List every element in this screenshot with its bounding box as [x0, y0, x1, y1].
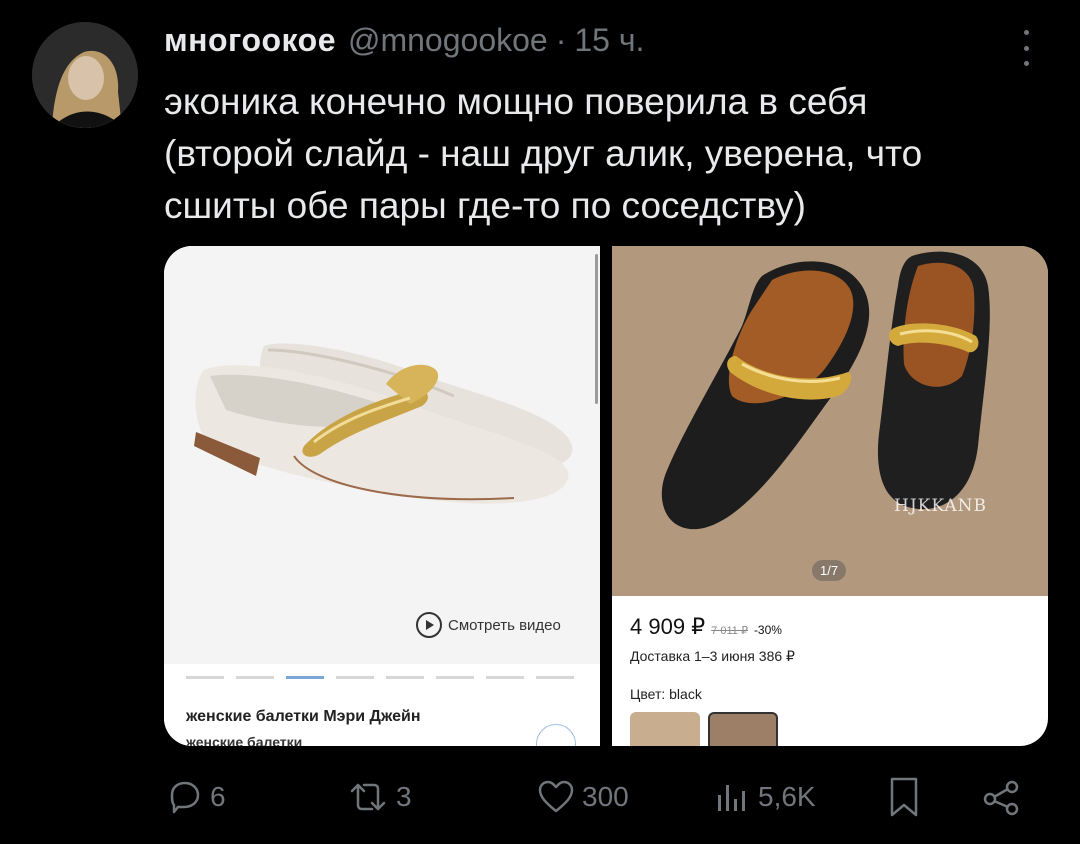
product-photo-black-shoes: HJKKANB 1/7 [612, 246, 1048, 596]
media-image-left[interactable]: Смотреть видео женские балетки Мэри Джей… [164, 246, 600, 746]
user-handle[interactable]: @mnogookoe [348, 22, 548, 59]
media-grid: Смотреть видео женские балетки Мэри Джей… [164, 246, 1048, 746]
delivery-info: Доставка 1–3 июня 386 ₽ [630, 648, 795, 664]
product-info-left: женские балетки Мэри Джейн женские балет… [164, 664, 600, 746]
price: 4 909 ₽ [630, 614, 706, 639]
tweet-text-line: (второй слайд - наш друг алик, уверена, … [164, 133, 923, 174]
price-row: 4 909 ₽ 7 011 ₽ -30% [630, 614, 782, 640]
avatar-image [32, 22, 138, 128]
watch-video-button[interactable]: Смотреть видео [416, 612, 561, 638]
carousel-dot [486, 676, 524, 679]
tweet-text: эконика конечно мощно поверила в себя (в… [164, 76, 1044, 232]
retweet-icon [350, 783, 386, 811]
bookmark-button[interactable] [884, 772, 924, 822]
image-counter: 1/7 [812, 560, 847, 581]
carousel-indicators [186, 676, 574, 679]
tweet-text-line: эконика конечно мощно поверила в себя [164, 81, 868, 122]
display-name[interactable]: многоокое [164, 22, 336, 59]
heart-icon [538, 780, 574, 813]
carousel-dot [536, 676, 574, 679]
watch-video-label: Смотреть видео [448, 616, 561, 634]
carousel-dot [186, 676, 224, 679]
scrollbar[interactable] [595, 254, 598, 404]
timestamp[interactable]: 15 ч. [574, 22, 644, 59]
reply-button[interactable]: 6 [164, 772, 226, 822]
carousel-dot [236, 676, 274, 679]
reply-icon [170, 781, 200, 814]
carousel-dot [336, 676, 374, 679]
product-photo-white-shoes: Смотреть видео [164, 246, 600, 664]
carousel-dot [386, 676, 424, 679]
tweet-actions: 6 3 300 5,6K [164, 772, 1044, 822]
media-image-right[interactable]: HJKKANB 1/7 4 909 ₽ 7 011 ₽ -30% Доставк… [612, 246, 1048, 746]
share-button[interactable] [980, 772, 1024, 822]
bookmark-icon [890, 777, 918, 817]
color-swatch-2[interactable] [708, 712, 778, 746]
share-icon [983, 780, 1019, 816]
like-count: 300 [582, 781, 629, 812]
retweet-button[interactable]: 3 [346, 772, 412, 822]
color-label: Цвет: black [630, 686, 702, 702]
chat-icon [536, 724, 576, 746]
views-button[interactable]: 5,6K [712, 772, 816, 822]
views-count: 5,6K [758, 781, 816, 812]
black-shoes-illustration [612, 246, 1048, 596]
views-icon [718, 785, 745, 811]
play-icon [416, 612, 442, 638]
product-title-second-line: женские балетки [186, 734, 303, 746]
product-title: женские балетки Мэри Джейн [186, 708, 421, 725]
tweet-text-line: сшиты обе пары где-то по соседству) [164, 185, 807, 226]
tweet-header: многоокое @mnogookoe · 15 ч. [164, 22, 644, 62]
watermark: HJKKANB [894, 496, 987, 516]
color-swatch-1[interactable] [630, 712, 700, 746]
white-shoes-illustration [194, 343, 573, 504]
reply-count: 6 [210, 781, 226, 812]
like-button[interactable]: 300 [536, 772, 629, 822]
retweet-count: 3 [396, 781, 412, 812]
avatar[interactable] [32, 22, 138, 128]
more-options-icon[interactable] [1016, 30, 1036, 66]
discount: -30% [753, 623, 782, 637]
carousel-dot-active [286, 676, 324, 679]
old-price: 7 011 ₽ [711, 625, 748, 637]
separator-dot: · [555, 22, 567, 58]
carousel-dot [436, 676, 474, 679]
